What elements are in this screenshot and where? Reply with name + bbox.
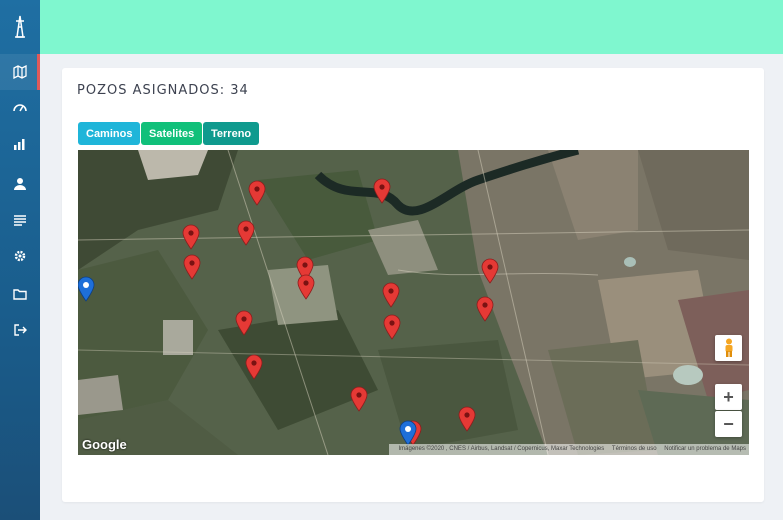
zoom-in-button[interactable]: + — [715, 384, 742, 410]
report-problem-link[interactable]: Notificar un problema de Maps — [664, 446, 746, 452]
dashboard-icon — [13, 104, 27, 112]
user-icon — [14, 178, 26, 190]
terms-link[interactable]: Términos de uso — [612, 446, 657, 452]
sidebar-item-folder[interactable] — [0, 276, 40, 312]
well-marker[interactable] — [382, 282, 400, 308]
sidebar-item-dashboard[interactable] — [0, 90, 40, 126]
map-icon — [13, 65, 27, 79]
bar-chart-icon — [14, 139, 25, 150]
sidebar-item-map[interactable] — [0, 54, 40, 90]
well-marker[interactable] — [248, 180, 266, 206]
sidebar-item-users[interactable] — [0, 166, 40, 202]
satellite-imagery — [78, 150, 749, 455]
well-marker[interactable] — [182, 224, 200, 250]
pegman-streetview-button[interactable] — [715, 335, 742, 361]
well-marker[interactable] — [297, 274, 315, 300]
sidebar-item-stats[interactable] — [0, 126, 40, 162]
gear-icon — [14, 250, 26, 262]
wells-card: POZOS ASIGNADOS: 34 Caminos Satelites Te… — [62, 68, 764, 502]
well-marker[interactable] — [245, 354, 263, 380]
list-icon — [14, 215, 26, 226]
pegman-icon — [725, 338, 732, 357]
well-marker[interactable] — [481, 258, 499, 284]
well-marker[interactable] — [476, 296, 494, 322]
google-logo[interactable]: Google — [82, 437, 127, 452]
satellite-map[interactable]: Google Imágenes ©2020 , CNES / Airbus, L… — [78, 150, 749, 455]
well-marker-blue[interactable] — [399, 420, 417, 446]
terrain-map-button[interactable]: Terreno — [203, 122, 260, 145]
well-marker-blue[interactable] — [78, 276, 95, 302]
well-marker[interactable] — [183, 254, 201, 280]
satellite-map-button[interactable]: Satelites — [141, 122, 203, 145]
zoom-out-button[interactable]: − — [715, 411, 742, 437]
well-marker[interactable] — [373, 178, 391, 204]
attribution-text: Imágenes ©2020 , CNES / Airbus, Landsat … — [398, 446, 605, 452]
oil-derrick-logo-icon[interactable] — [0, 0, 40, 54]
top-header-bar — [40, 0, 783, 54]
sidebar — [0, 0, 40, 520]
folder-icon — [13, 289, 27, 300]
sidebar-item-settings[interactable] — [0, 238, 40, 274]
sidebar-item-list[interactable] — [0, 202, 40, 238]
page-title: POZOS ASIGNADOS: 34 — [77, 83, 249, 98]
sidebar-item-logout[interactable] — [0, 312, 40, 348]
well-marker[interactable] — [237, 220, 255, 246]
well-marker[interactable] — [383, 314, 401, 340]
well-marker[interactable] — [235, 310, 253, 336]
logout-icon — [14, 324, 27, 336]
map-attribution: Imágenes ©2020 , CNES / Airbus, Landsat … — [389, 444, 749, 455]
well-marker[interactable] — [350, 386, 368, 412]
roads-map-button[interactable]: Caminos — [78, 122, 141, 145]
well-marker[interactable] — [458, 406, 476, 432]
